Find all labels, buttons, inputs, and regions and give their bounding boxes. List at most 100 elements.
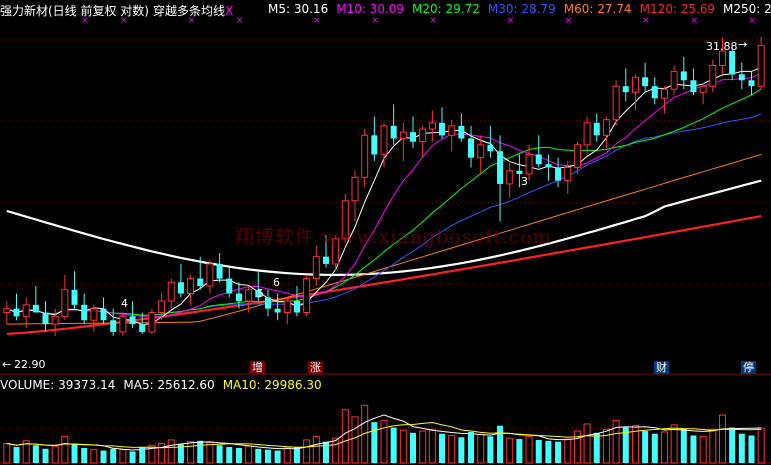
candle-body (631, 76, 639, 93)
ma-legend: M5: 30.16 M10: 30.09 M20: 29.72 M30: 28.79 M… (268, 2, 771, 16)
volume-bar (187, 441, 195, 464)
volume-bar (642, 431, 649, 463)
candle-body (458, 125, 465, 139)
volume-bar (71, 444, 78, 463)
volume-bar (612, 419, 620, 464)
candle-body (148, 311, 156, 333)
event-mark-zhang[interactable]: 涨 (308, 361, 323, 374)
candle-body (487, 144, 494, 152)
candle-body (757, 44, 765, 87)
candle-body (51, 315, 59, 325)
volume-bar (42, 448, 49, 463)
candle-body (283, 300, 291, 313)
signal-marker-icon: × (507, 16, 515, 26)
volume-bar (312, 435, 320, 464)
volume-bar (428, 428, 436, 464)
close-indicator-icon[interactable]: X (225, 4, 233, 18)
candle-body (167, 281, 175, 302)
candle-body (410, 132, 417, 142)
volume-bar (748, 435, 755, 463)
volume-bar (583, 423, 591, 464)
candle-body (651, 86, 658, 99)
volume-bar (729, 427, 736, 463)
volume-ma5: MA5: 25612.60 (123, 378, 215, 392)
signal-label: 6 (273, 276, 280, 289)
candle-body (119, 315, 127, 333)
candle-body (602, 119, 610, 136)
volume-bar (660, 431, 668, 464)
ma10-line (6, 72, 762, 318)
volume-bar (303, 439, 311, 464)
volume-bar (371, 422, 378, 463)
volume-bar (245, 445, 253, 464)
volume-bar (410, 432, 417, 463)
signal-marker-icon: × (565, 16, 573, 26)
volume-bar (390, 427, 397, 463)
volume-bar (699, 435, 707, 464)
candle-body (90, 308, 98, 321)
candle-body (690, 80, 697, 93)
ma120-label: M120: 25.69 (639, 2, 716, 16)
ma30-label: M30: 28.79 (487, 2, 556, 16)
candle-body (390, 125, 397, 139)
candle-body (583, 122, 591, 146)
volume-bar (206, 442, 214, 464)
candle-body (555, 167, 562, 181)
stock-title: 强力新材(日线 前复权 对数) (0, 4, 149, 18)
ma10-label: M10: 30.09 (336, 2, 405, 16)
signal-marker-icon: × (690, 16, 698, 26)
candle-body (81, 304, 88, 321)
candle-body (13, 308, 20, 317)
volume-bar (458, 437, 465, 463)
signal-marker-icon: × (429, 16, 437, 26)
candle-body (477, 144, 485, 159)
volume-bar (158, 442, 166, 464)
volume-bar (235, 447, 242, 463)
candle-body (361, 134, 369, 178)
signal-marker-icon: × (371, 16, 379, 26)
low-price-label: 22.90 (14, 358, 46, 371)
candle-body (177, 282, 184, 294)
volume-bar (555, 441, 562, 463)
volume-bar (32, 445, 39, 463)
candle-body (110, 320, 117, 332)
event-mark-cai[interactable]: 财 (654, 361, 669, 374)
event-mark-zeng[interactable]: 增 (250, 361, 265, 374)
candle-body (439, 122, 446, 136)
candle-body (399, 131, 407, 139)
candle-body (3, 308, 11, 313)
candle-body (197, 278, 204, 287)
candle-body (206, 263, 214, 287)
volume-bar (13, 447, 20, 463)
volume-bar (497, 425, 504, 463)
volume-bar (119, 449, 127, 464)
candle-body (264, 297, 271, 309)
signal-label: 4 (121, 297, 128, 310)
candle-body (71, 289, 78, 305)
candle-body (516, 170, 523, 174)
candle-body (670, 70, 678, 90)
ma5-label: M5: 30.16 (268, 2, 329, 16)
signal-marker-icon: × (748, 16, 756, 26)
candle-body (748, 80, 755, 87)
candle-body (371, 135, 378, 155)
signal-label: 3 (521, 175, 528, 188)
candle-body (226, 278, 233, 294)
candle-body (32, 304, 39, 313)
volume-ma10: MA10: 29986.30 (222, 378, 322, 392)
candle-body (42, 312, 49, 325)
candle-body (699, 85, 707, 93)
volume-bar (516, 439, 523, 463)
signal-marker-icon: × (642, 16, 650, 26)
volume-bar (274, 450, 281, 463)
candle-body (351, 176, 359, 202)
candle-body (525, 153, 533, 175)
volume-bar (680, 428, 687, 463)
volume-bar (81, 447, 88, 463)
volume-bar (690, 435, 697, 463)
candle-body (419, 128, 427, 143)
candle-body (593, 122, 600, 136)
high-arrow-icon: → (738, 38, 748, 51)
candle-body (293, 301, 300, 313)
event-mark-ting[interactable]: 停 (741, 361, 756, 374)
